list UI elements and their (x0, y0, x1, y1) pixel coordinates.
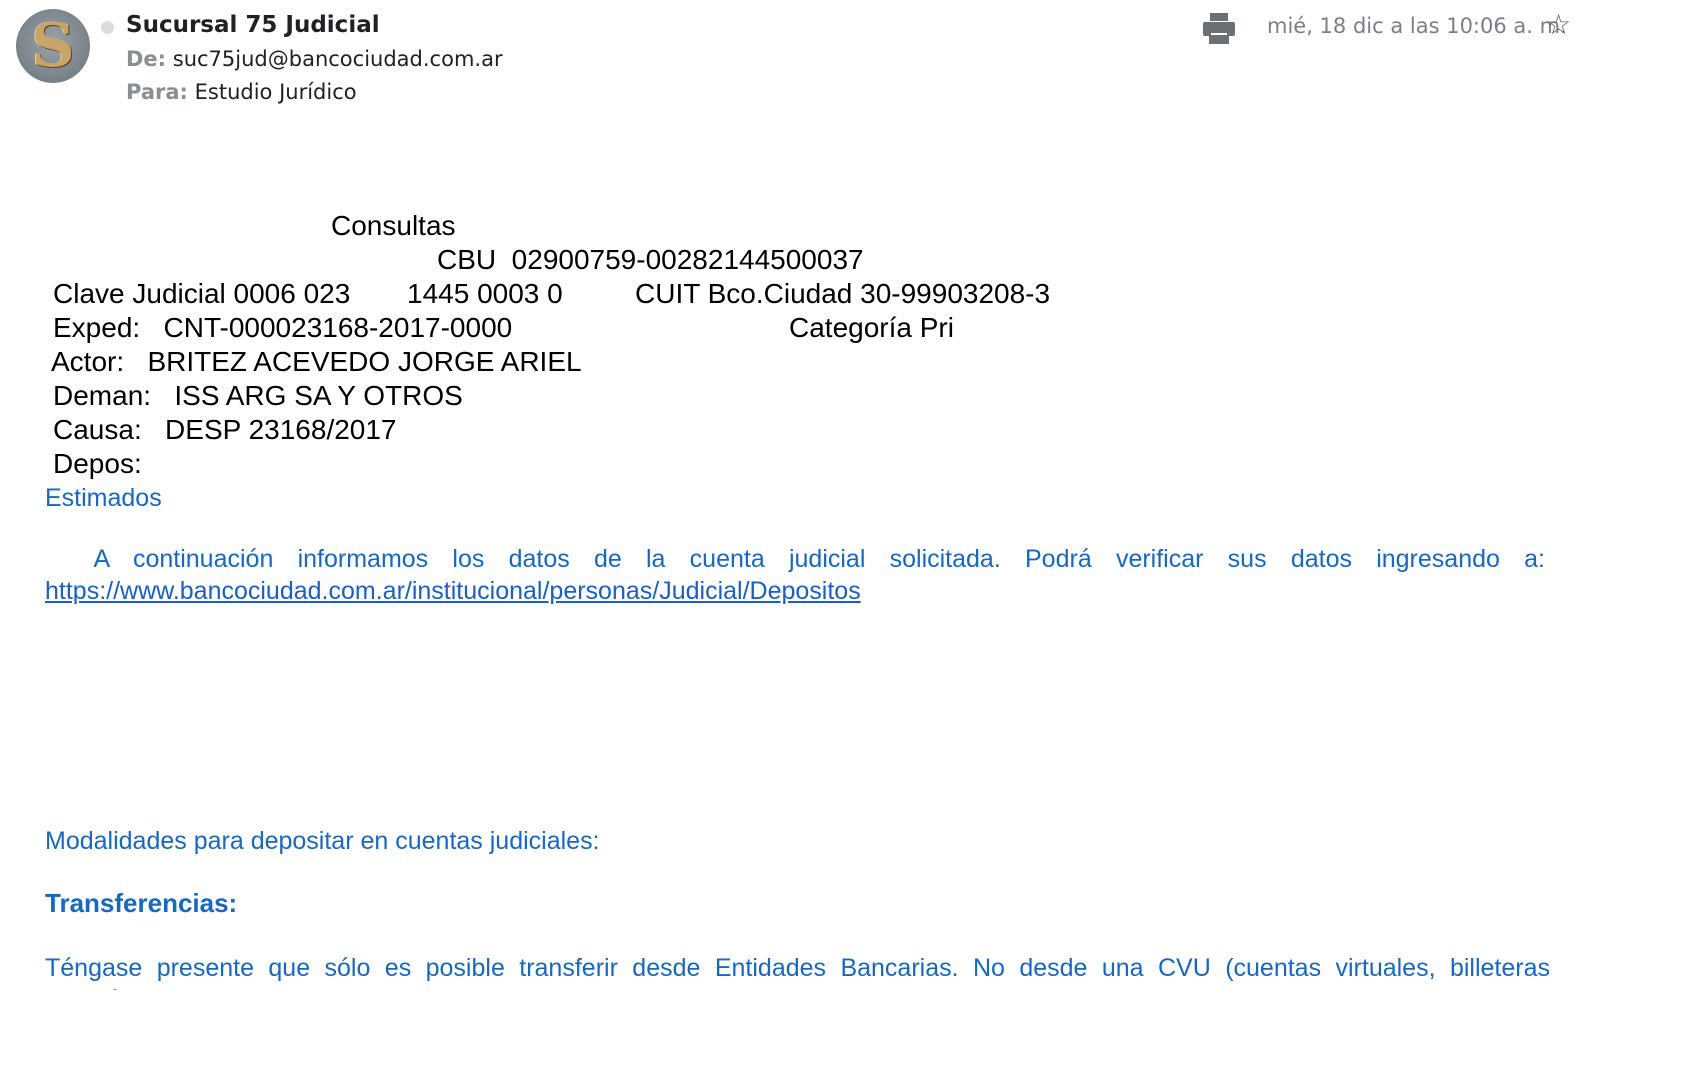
avatar[interactable]: S (16, 9, 90, 83)
to-line: Para: Estudio Jurídico (126, 80, 357, 104)
from-label: De: (126, 47, 167, 71)
star-icon[interactable]: ☆ (1546, 10, 1572, 40)
from-address[interactable]: suc75jud@bancociudad.com.ar (173, 47, 503, 71)
exped-line: Exped: CNT-000023168-2017-0000 (53, 312, 513, 343)
status-dot (101, 21, 114, 34)
categoria-line: Categoría Pri (789, 312, 954, 343)
cuit-line: CUIT Bco.Ciudad 30-99903208-3 (635, 278, 1051, 309)
clave-number: 1445 0003 0 (407, 278, 563, 309)
clave-line: Clave Judicial 0006 023 (53, 278, 351, 309)
transferencias-heading: Transferencias: (45, 888, 238, 918)
record-title: Consultas (331, 210, 456, 241)
deman-line: Deman: ISS ARG SA Y OTROS (53, 380, 463, 411)
greeting: Estimados (45, 484, 162, 512)
deposits-link[interactable]: https://www.bancociudad.com.ar/instituci… (45, 577, 861, 605)
actor-line: Actor: BRITEZ ACEVEDO JORGE ARIEL (51, 346, 582, 377)
from-line: De: suc75jud@bancociudad.com.ar (126, 47, 503, 71)
modalidades-text: Modalidades para depositar en cuentas ju… (45, 827, 600, 855)
date-text: mié, 18 dic a las 10:06 a. m. (1267, 14, 1567, 38)
causa-line: Causa: DESP 23168/2017 (53, 414, 397, 445)
transfer-note: Téngase presente que sólo es posible tra… (45, 954, 1550, 990)
print-icon[interactable] (1202, 12, 1236, 44)
intro-text: A continuación informamos los datos de l… (93, 545, 1545, 573)
depos-line: Depos: (53, 448, 142, 479)
to-label: Para: (126, 80, 188, 104)
cbu-line: CBU 02900759-00282144500037 (437, 244, 864, 275)
avatar-letter: S (31, 11, 75, 81)
to-recipient[interactable]: Estudio Jurídico (195, 80, 357, 104)
intro-paragraph: A continuación informamos los datos de l… (45, 543, 1545, 607)
sender-name[interactable]: Sucursal 75 Judicial (126, 12, 380, 38)
